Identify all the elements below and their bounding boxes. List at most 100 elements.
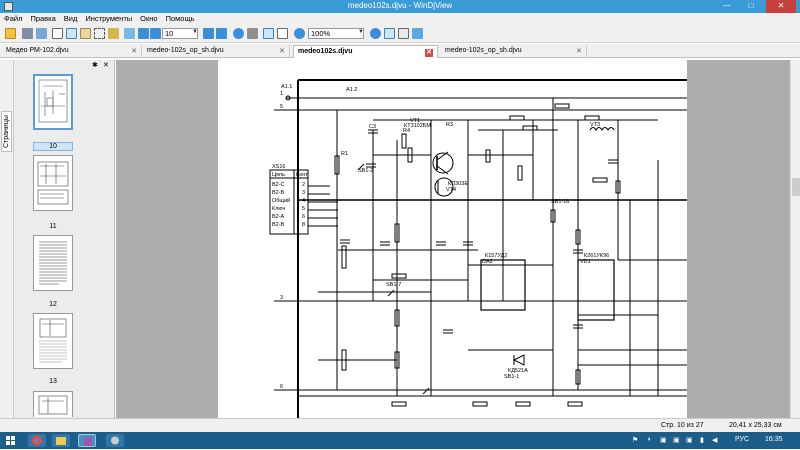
clock[interactable]: 16:35 xyxy=(765,436,783,443)
flag-icon[interactable]: ⚑ xyxy=(632,436,638,444)
last-page-icon[interactable] xyxy=(216,28,227,39)
tab-medeo-rm102[interactable]: Медео РМ-102.djvu ✕ xyxy=(2,45,142,58)
open-icon[interactable] xyxy=(5,28,16,39)
page-status: Стр. 10 из 27 xyxy=(661,422,704,429)
conn-label: Ключ xyxy=(272,206,285,212)
menu-tools[interactable]: Инструменты xyxy=(81,13,136,24)
close-tab-icon[interactable]: ✕ xyxy=(279,47,285,55)
conn-label: В2-С xyxy=(272,182,285,188)
zoom-dropdown-icon[interactable]: ▼ xyxy=(358,29,364,35)
windjview-task-icon[interactable] xyxy=(78,434,96,447)
tab-medeo-102s-op-sh[interactable]: medeo-102s_op_sh.djvu ✕ xyxy=(143,45,290,58)
start-icon[interactable] xyxy=(3,434,19,447)
zoom-out-icon[interactable] xyxy=(294,28,305,39)
part-label: VT4 xyxy=(446,187,456,193)
continuous-icon[interactable] xyxy=(277,28,288,39)
sidebar-tabstrip: Страницы xyxy=(0,60,14,418)
conn-label: В2-В xyxy=(272,190,285,196)
tab-label: medeo-102s_op_sh.djvu xyxy=(445,47,522,54)
maximize-button[interactable]: □ xyxy=(740,0,762,13)
rotate-icon[interactable] xyxy=(412,28,423,39)
fit-width-icon[interactable] xyxy=(398,28,409,39)
label-a11: A1.1 xyxy=(281,84,292,90)
menu-bar: Файл Правка Вид Инструменты Окно Помощь xyxy=(0,13,800,25)
rect-select-icon[interactable] xyxy=(94,28,105,39)
tab-medeo102s[interactable]: medeo102s.djvu ✕ xyxy=(293,45,438,58)
conn-label: Общий xyxy=(272,197,290,204)
part-label: SB1-2 xyxy=(358,168,373,174)
next-page-icon[interactable] xyxy=(203,28,214,39)
thumbnail-page[interactable] xyxy=(33,313,73,369)
schematic-diagram: A1.1 A1.2 XS16 Цепь Конт В2-С В2-В Общий… xyxy=(269,79,687,418)
document-scrollbar[interactable] xyxy=(790,60,800,418)
menu-file[interactable]: Файл xyxy=(0,13,26,24)
menu-help[interactable]: Помощь xyxy=(162,13,199,24)
conn-label: Цепь xyxy=(272,172,285,178)
page-dropdown-icon[interactable]: ▼ xyxy=(192,29,198,35)
thumbnail-page[interactable] xyxy=(33,391,73,417)
thumbnail-page[interactable] xyxy=(33,74,73,130)
left-pin: 1 xyxy=(280,91,283,97)
conn-pin: 5 xyxy=(302,206,305,212)
minimize-button[interactable]: — xyxy=(716,0,738,13)
toolbar: 10 ▼ 100% ▼ xyxy=(0,25,800,43)
first-page-icon[interactable] xyxy=(138,28,149,39)
thumbnail-page[interactable] xyxy=(33,155,73,211)
save-icon[interactable] xyxy=(36,28,47,39)
conn-pin: 8 xyxy=(302,222,305,228)
back-icon[interactable] xyxy=(233,28,244,39)
zoom-in-icon[interactable] xyxy=(370,28,381,39)
close-tab-icon[interactable]: ✕ xyxy=(425,49,433,57)
tray-app-icon[interactable]: ▣ xyxy=(660,436,667,444)
chrome-icon[interactable] xyxy=(28,434,46,447)
part-label: VD1 xyxy=(580,259,591,265)
pin-icon[interactable]: ✱ xyxy=(92,61,98,69)
tab-label: Медео РМ-102.djvu xyxy=(6,47,69,54)
text-select-icon[interactable] xyxy=(80,28,91,39)
status-bar: Стр. 10 из 27 20,41 x 25,33 см xyxy=(0,418,800,432)
conn-label: В2-А xyxy=(272,214,285,220)
file-explorer-icon[interactable] xyxy=(52,434,70,447)
close-tab-icon[interactable]: ✕ xyxy=(131,47,137,55)
part-label: VT3 xyxy=(590,122,600,128)
thumbnails-header: ✱ ✕ xyxy=(14,60,115,71)
document-viewer[interactable]: A1.1 A1.2 XS16 Цепь Конт В2-С В2-В Общий… xyxy=(116,60,790,418)
tray-app-icon-2[interactable]: ▣ xyxy=(673,436,680,444)
tab-label: medeo-102s_op_sh.djvu xyxy=(147,47,224,54)
thumbnail-label: 10 xyxy=(33,142,73,151)
close-panel-icon[interactable]: ✕ xyxy=(103,61,109,69)
network-icon[interactable]: ◗ xyxy=(647,436,651,443)
close-tab-icon[interactable]: ✕ xyxy=(576,47,582,55)
tab-medeo-102s-op-sh-2[interactable]: medeo-102s_op_sh.djvu ✕ xyxy=(441,45,587,58)
scrollbar-thumb[interactable] xyxy=(792,178,800,196)
zoom-input[interactable]: 100% xyxy=(308,28,364,39)
print-icon[interactable] xyxy=(22,28,33,39)
fit-page-icon[interactable] xyxy=(384,28,395,39)
signal-icon[interactable]: ▮ xyxy=(700,436,704,444)
thumbnail-page[interactable] xyxy=(33,235,73,291)
prev-page-icon[interactable] xyxy=(150,28,161,39)
conn-label: Конт xyxy=(296,172,308,178)
tray-app-icon-3[interactable]: ▣ xyxy=(686,436,693,444)
title-bar: medeo102s.djvu - WinDjView — □ ✕ xyxy=(0,0,800,13)
language-indicator[interactable]: РУС xyxy=(735,436,749,443)
menu-edit[interactable]: Правка xyxy=(26,13,59,24)
copy-icon[interactable] xyxy=(52,28,63,39)
menu-window[interactable]: Окно xyxy=(136,13,161,24)
forward-icon[interactable] xyxy=(247,28,258,39)
hand-tool-icon[interactable] xyxy=(66,28,77,39)
single-page-icon[interactable] xyxy=(263,28,274,39)
menu-view[interactable]: Вид xyxy=(60,13,82,24)
ruler-icon[interactable] xyxy=(124,28,135,39)
zoom-rect-icon[interactable] xyxy=(108,28,119,39)
page-size-status: 20,41 x 25,33 см xyxy=(729,422,782,429)
conn-pin: 6 xyxy=(302,214,305,220)
thumbnail-label: 11 xyxy=(49,223,57,230)
left-pin: 5 xyxy=(280,104,283,110)
thumbnail-label: 13 xyxy=(49,378,57,385)
tab-pages[interactable]: Страницы xyxy=(1,111,12,152)
volume-icon[interactable]: ◀ xyxy=(712,436,717,444)
left-pin: 6 xyxy=(280,384,283,390)
close-button[interactable]: ✕ xyxy=(766,0,796,13)
app-task-icon[interactable] xyxy=(106,434,124,447)
